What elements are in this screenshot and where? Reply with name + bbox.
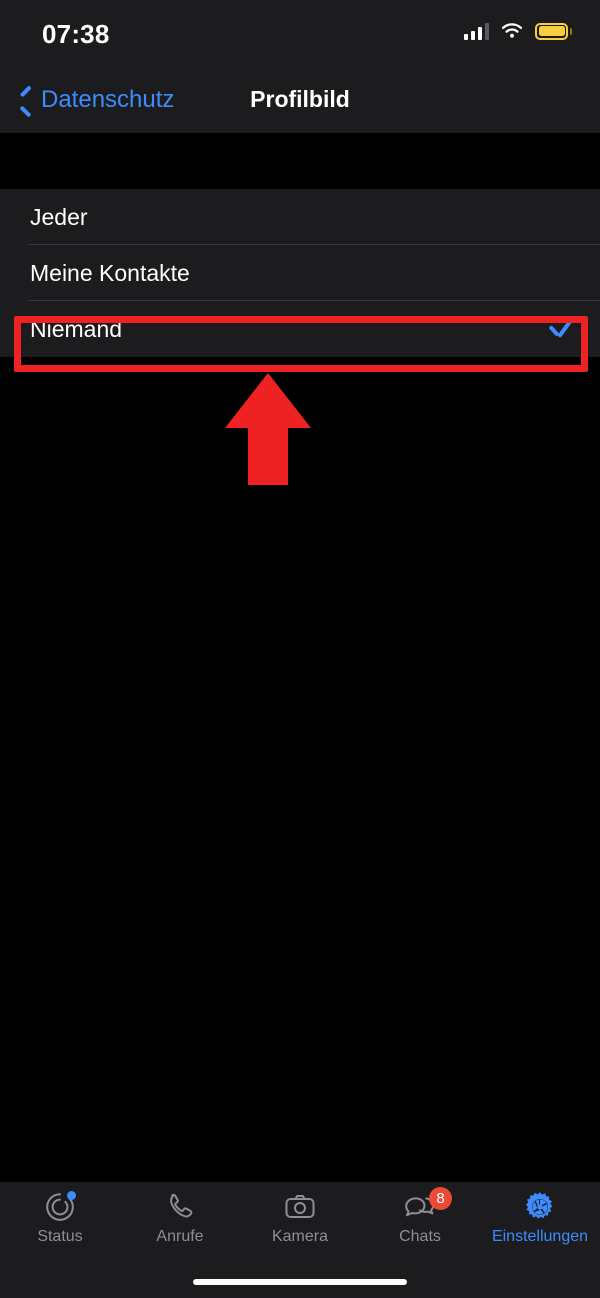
cellular-bars-icon [463,22,489,40]
tab-chats[interactable]: 8 Chats [360,1182,480,1254]
option-label: Niemand [30,315,123,342]
tab-einstellungen[interactable]: Einstellungen [480,1182,600,1254]
privacy-option-list: Jeder Meine Kontakte Niemand [0,189,600,357]
wifi-icon [501,23,523,38]
chats-unread-badge: 8 [429,1187,452,1210]
phone-screen: 07:38 Profilbild Datenschutz Jeder Meine… [0,0,600,1298]
arrow-up-icon [225,373,311,485]
navigation-bar: Profilbild Datenschutz [0,66,600,133]
chat-bubbles-icon: 8 [403,1187,452,1224]
status-bar: 07:38 [0,0,600,66]
option-row-meine-kontakte[interactable]: Meine Kontakte [0,245,600,301]
status-bar-indicators [463,22,572,40]
checkmark-icon [548,316,574,342]
tab-status[interactable]: Status [0,1182,120,1254]
tab-kamera[interactable]: Kamera [240,1182,360,1254]
back-button-label: Datenschutz [41,85,175,113]
option-row-niemand[interactable]: Niemand [0,301,600,357]
chevron-left-icon [18,88,32,112]
home-indicator[interactable] [193,1279,407,1285]
tab-label: Anrufe [156,1228,204,1245]
tab-anrufe[interactable]: Anrufe [120,1182,240,1254]
tab-label: Status [37,1228,83,1245]
tab-bar: Status Anrufe Kamera 8 Chats Einstellung… [0,1182,600,1298]
section-gap [0,133,600,189]
status-bar-time: 07:38 [42,19,110,49]
option-row-jeder[interactable]: Jeder [0,189,600,245]
gear-icon [523,1190,557,1224]
battery-low-power-icon [535,22,572,40]
tab-label: Einstellungen [491,1228,589,1245]
option-label: Jeder [30,203,88,230]
back-button[interactable]: Datenschutz [18,66,174,133]
option-label: Meine Kontakte [30,259,190,286]
status-ring-icon [43,1190,77,1224]
phone-icon [163,1190,197,1224]
camera-icon [283,1190,317,1224]
status-unread-dot [67,1191,76,1200]
tab-label: Chats [399,1228,441,1245]
tab-label: Kamera [271,1228,329,1245]
